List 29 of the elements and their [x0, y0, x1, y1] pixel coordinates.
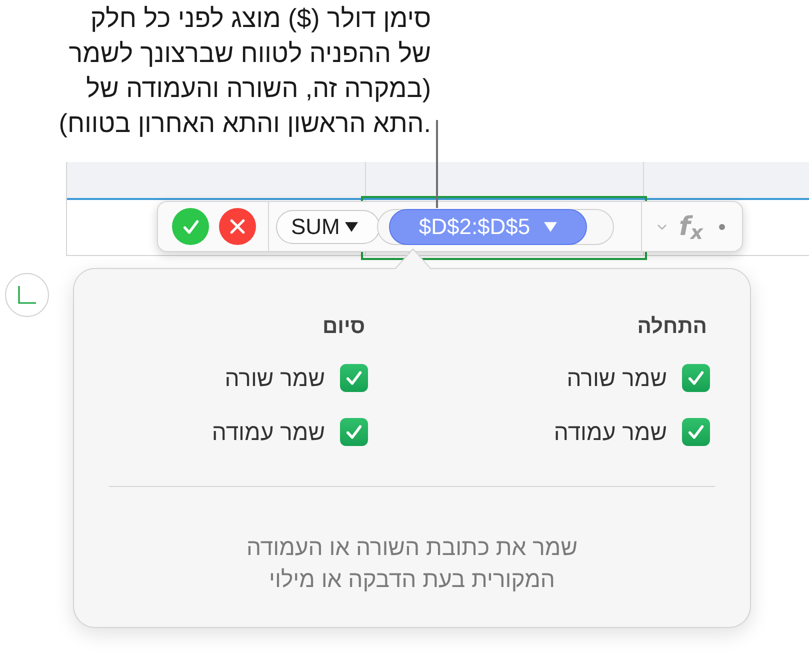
option-label: שמר שורה [224, 366, 325, 390]
function-button[interactable]: f$_{x}$ [679, 214, 703, 240]
option-label: שמר שורה [566, 366, 667, 390]
checkbox[interactable] [340, 418, 368, 446]
close-icon [230, 219, 245, 234]
chevron-down-icon[interactable] [657, 224, 667, 230]
caret-icon [544, 222, 558, 232]
column-heading: סיום [322, 315, 365, 339]
argument-field[interactable]: $D$2:$D$5 [377, 208, 614, 244]
option-label: שמר עמודה [554, 420, 667, 444]
callout-text: סימן דולר ($) מוצג לפני כל חלק של ההפניה לטווח שברצונך לשמר (במקרה זה, השורה והעמודה של .התא הראשון והתא האחרון בטווח) [58, 2, 431, 140]
check-icon [687, 369, 705, 387]
check-icon [345, 423, 363, 441]
range-token[interactable]: $D$2:$D$5 [389, 208, 587, 244]
option-label: שמר עמודה [212, 420, 325, 444]
check-icon [687, 423, 705, 441]
column-heading: התחלה [637, 315, 707, 339]
bracket-button[interactable] [5, 273, 49, 317]
caret-icon [344, 222, 358, 232]
checkbox[interactable] [682, 364, 710, 392]
checkbox[interactable] [682, 418, 710, 446]
checkbox[interactable] [340, 364, 368, 392]
note-text: שמר את כתובת השורה או העמודה המקורית בעת הדבקה או מילוי [246, 533, 578, 594]
function-token[interactable]: SUM [276, 210, 380, 244]
accept-button[interactable] [172, 208, 209, 245]
cancel-button[interactable] [219, 208, 256, 245]
check-icon [182, 218, 200, 236]
corner-bracket-icon [18, 286, 36, 304]
check-icon [345, 369, 363, 387]
